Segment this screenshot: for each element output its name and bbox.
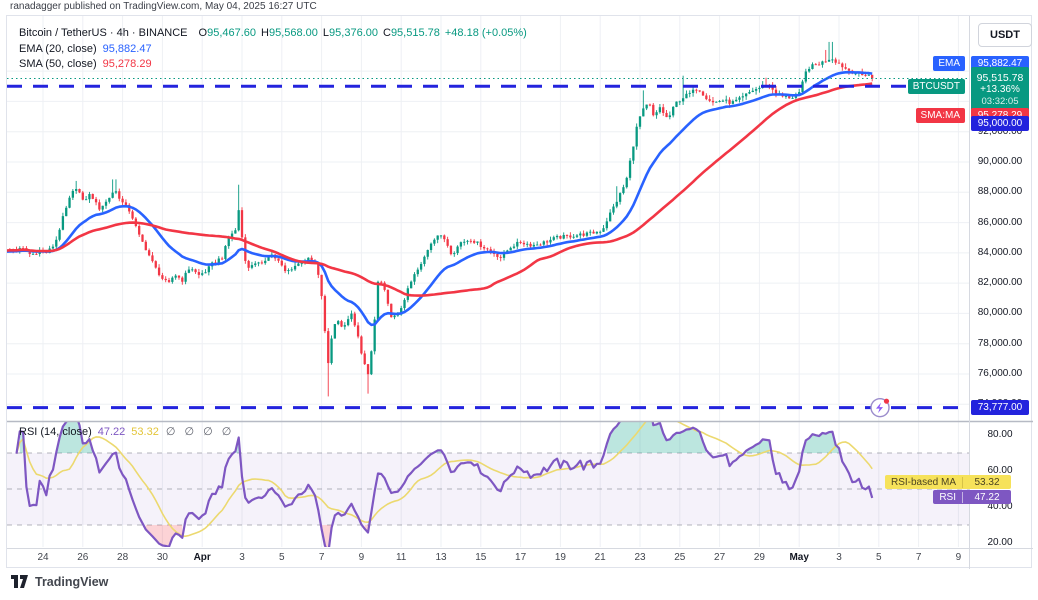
hline-95000-badge: 95,000.00 xyxy=(971,116,1029,131)
sma-label: SMA (50, close) xyxy=(19,58,97,70)
chart-canvas[interactable] xyxy=(7,16,1033,569)
ema-line[interactable] xyxy=(7,72,872,325)
tradingview-logo-icon[interactable] xyxy=(10,574,29,589)
time-tick-label: 24 xyxy=(28,552,58,563)
chart-widget: Bitcoin / TetherUS · 4h · BINANCE O95,467… xyxy=(6,15,1032,568)
time-tick-label: 7 xyxy=(307,552,337,563)
rsi-badge-value: 47.22 xyxy=(962,492,1011,503)
time-tick-label: 28 xyxy=(108,552,138,563)
ohlc-key: H xyxy=(261,27,269,39)
last-price-value: 95,515.78 xyxy=(977,72,1024,84)
time-tick-label: Apr xyxy=(187,552,217,563)
ohlc-key: O xyxy=(199,27,208,39)
rsi-legend-row[interactable]: RSI (14, close) 47.22 53.32 ∅ ∅ ∅ ∅ xyxy=(19,425,234,438)
symbol-title: Bitcoin / TetherUS · 4h · BINANCE xyxy=(19,27,188,39)
currency-toggle-button[interactable]: USDT xyxy=(978,23,1032,47)
time-tick-label: 19 xyxy=(545,552,575,563)
price-tick-label: 90,000.00 xyxy=(970,156,1030,167)
ohlc-value: 95,467.60 xyxy=(207,27,256,39)
rsi-ma-badge-label: RSI-based MA xyxy=(885,477,962,488)
attribution-text: ranadagger published on TradingView.com,… xyxy=(10,1,317,12)
rsi-based-ma-badge: RSI-based MA53.32 xyxy=(885,475,1011,489)
time-tick-label: 11 xyxy=(386,552,416,563)
ohlc-key: C xyxy=(383,27,391,39)
time-tick-label: 27 xyxy=(705,552,735,563)
time-tick-label: 15 xyxy=(466,552,496,563)
ema-legend-row[interactable]: EMA (20, close) 95,882.47 xyxy=(19,42,527,58)
rsi-hidden-values: ∅ ∅ ∅ ∅ xyxy=(166,426,235,438)
time-tick-label: 25 xyxy=(665,552,695,563)
rsi-band xyxy=(7,453,969,525)
ema-value: 95,882.47 xyxy=(103,43,152,55)
ohlc-value: 95,568.00 xyxy=(269,27,318,39)
ema-label: EMA (20, close) xyxy=(19,43,97,55)
ema-axis-label-badge: EMA xyxy=(933,56,965,71)
last-price-badge: 95,515.78 +13.36% 03:32:05 xyxy=(971,67,1029,113)
bar-countdown: 03:32:05 xyxy=(982,96,1019,108)
time-tick-label: 3 xyxy=(824,552,854,563)
rsi-ma-badge-value: 53.32 xyxy=(962,477,1011,488)
tradingview-brand-text[interactable]: TradingView xyxy=(35,575,108,589)
symbol-legend-row[interactable]: Bitcoin / TetherUS · 4h · BINANCE O95,467… xyxy=(19,26,527,42)
time-tick-label: 30 xyxy=(147,552,177,563)
sma-axis-label-badge: SMA:MA xyxy=(916,108,965,123)
ohlc-values: O95,467.60H95,568.00L95,376.00C95,515.78 xyxy=(194,27,440,39)
price-tick-label: 80,000.00 xyxy=(970,307,1030,318)
rsi-ma-value: 53.32 xyxy=(131,426,159,438)
time-tick-label: 26 xyxy=(68,552,98,563)
price-tick-label: 82,000.00 xyxy=(970,277,1030,288)
hline-73777-badge: 73,777.00 xyxy=(971,400,1029,415)
price-tick-label: 88,000.00 xyxy=(970,186,1030,197)
time-tick-label: 9 xyxy=(943,552,973,563)
rsi-tick-label: 20.00 xyxy=(970,537,1030,548)
time-tick-label: 13 xyxy=(426,552,456,563)
main-chart-legend[interactable]: Bitcoin / TetherUS · 4h · BINANCE O95,467… xyxy=(19,26,527,73)
price-tick-label: 78,000.00 xyxy=(970,338,1030,349)
time-tick-label: 17 xyxy=(506,552,536,563)
price-tick-label: 86,000.00 xyxy=(970,217,1030,228)
time-tick-label: May xyxy=(784,552,814,563)
time-tick-label: 5 xyxy=(864,552,894,563)
time-tick-label: 9 xyxy=(346,552,376,563)
tradingview-published-chart: { "attribution": "ranadagger published o… xyxy=(0,0,1038,600)
rsi-badge-label: RSI xyxy=(933,492,962,503)
time-tick-label: 29 xyxy=(744,552,774,563)
footer-bar: TradingView xyxy=(10,574,108,589)
symbol-axis-label-badge: BTCUSDT xyxy=(908,79,965,94)
ohlc-value: 95,515.78 xyxy=(391,27,440,39)
change-percent: +13.36% xyxy=(980,84,1020,96)
rsi-tick-label: 80.00 xyxy=(970,429,1030,440)
time-tick-label: 3 xyxy=(227,552,257,563)
time-tick-label: 5 xyxy=(267,552,297,563)
price-tick-label: 84,000.00 xyxy=(970,247,1030,258)
sma-value: 95,278.29 xyxy=(103,58,152,70)
time-tick-label: 23 xyxy=(625,552,655,563)
rsi-badge: RSI47.22 xyxy=(933,490,1011,504)
rsi-value: 47.22 xyxy=(98,426,126,438)
alert-icon[interactable] xyxy=(871,399,889,417)
rsi-label: RSI (14, close) xyxy=(19,426,92,438)
sma-line[interactable] xyxy=(7,84,872,296)
change-value: +48.18 (+0.05%) xyxy=(445,27,527,39)
time-tick-label: 21 xyxy=(585,552,615,563)
time-tick-label: 7 xyxy=(904,552,934,563)
sma-legend-row[interactable]: SMA (50, close) 95,278.29 xyxy=(19,57,527,73)
ohlc-value: 95,376.00 xyxy=(329,27,378,39)
price-tick-label: 76,000.00 xyxy=(970,368,1030,379)
